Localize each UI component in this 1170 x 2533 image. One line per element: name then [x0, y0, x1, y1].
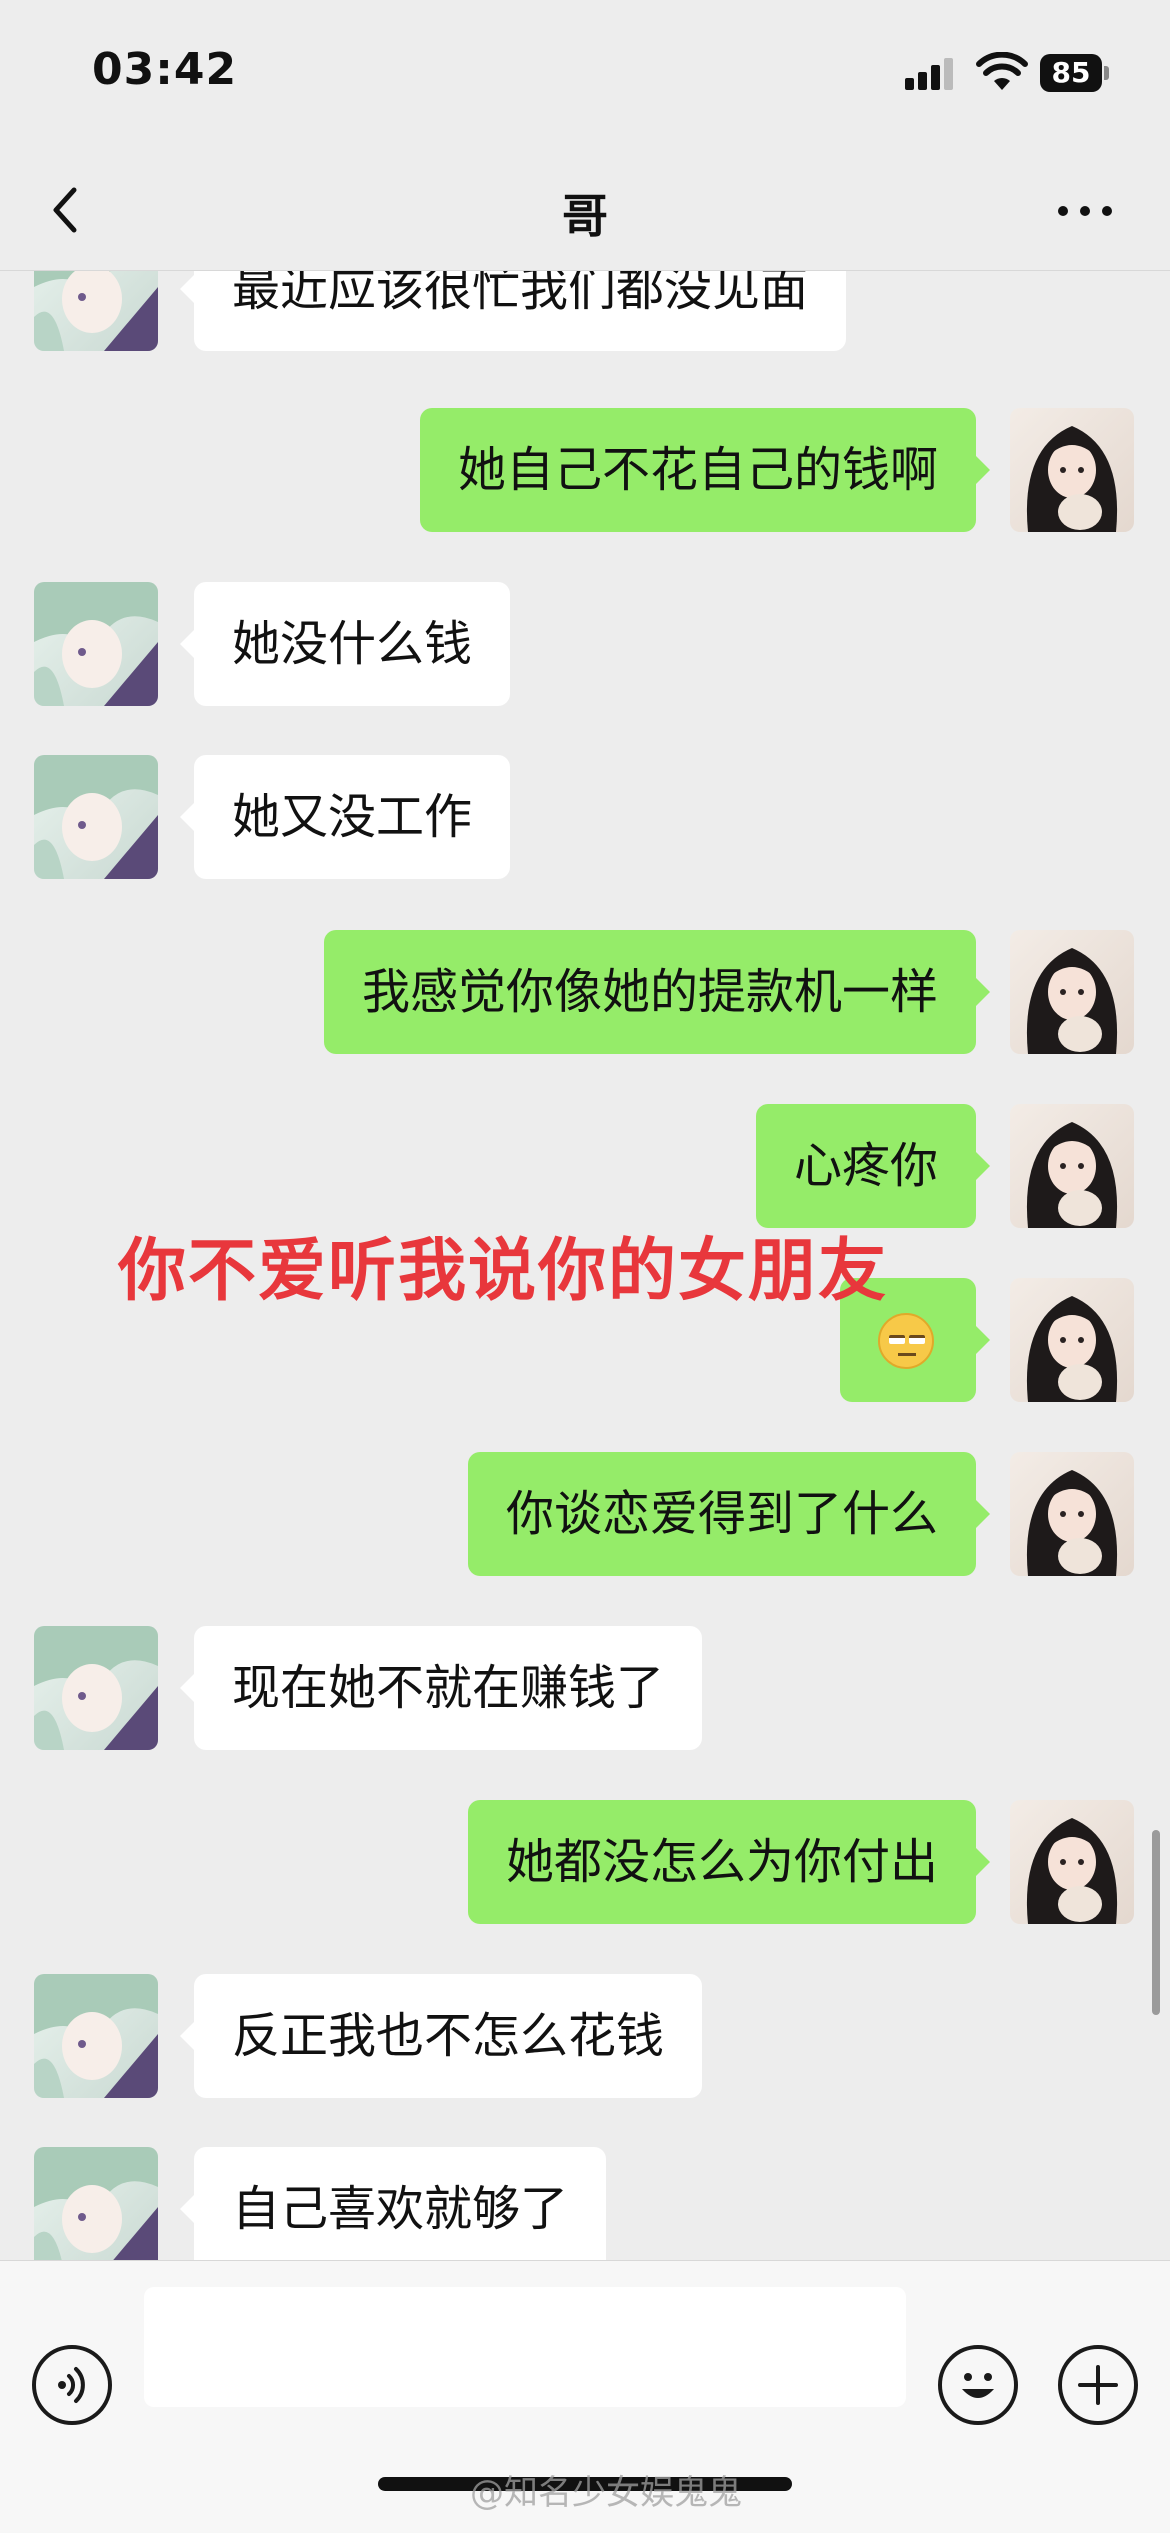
message-row: 反正我也不怎么花钱 — [0, 1974, 1170, 2098]
message-row: 我感觉你像她的提款机一样 — [0, 930, 1170, 1054]
message-row: 自己喜欢就够了 — [0, 2147, 1170, 2260]
received-message-bubble[interactable]: 她没什么钱 — [179, 582, 511, 706]
received-message-bubble[interactable]: 自己喜欢就够了 — [179, 2147, 607, 2260]
status-bar: 03:42 85 — [0, 0, 1170, 150]
voice-button[interactable] — [32, 2345, 112, 2425]
message-row: 她又没工作 — [0, 755, 1170, 879]
message-row: 她都没怎么为你付出 — [0, 1800, 1170, 1924]
message-row: 她没什么钱 — [0, 582, 1170, 706]
battery-icon: 85 — [1040, 54, 1109, 92]
received-message-bubble[interactable]: 现在她不就在赚钱了 — [179, 1626, 703, 1750]
signal-icon — [905, 58, 953, 90]
received-message-bubble[interactable]: 最近应该很忙我们都没见面 — [179, 271, 847, 351]
contact-avatar[interactable] — [34, 1626, 158, 1750]
my-avatar[interactable] — [1010, 930, 1134, 1054]
my-avatar[interactable] — [1010, 1800, 1134, 1924]
sent-message-bubble[interactable]: 心疼你 — [755, 1104, 991, 1228]
emoji-button[interactable] — [938, 2345, 1018, 2425]
voice-icon — [58, 2367, 85, 2403]
my-avatar[interactable] — [1010, 1278, 1134, 1402]
more-dots-icon[interactable] — [1050, 190, 1120, 230]
contact-avatar[interactable] — [34, 271, 158, 351]
my-avatar[interactable] — [1010, 408, 1134, 532]
message-row: 她自己不花自己的钱啊 — [0, 408, 1170, 532]
sent-message-bubble[interactable]: 她自己不花自己的钱啊 — [419, 408, 991, 532]
plus-button[interactable] — [1058, 2345, 1138, 2425]
message-row: 心疼你 — [0, 1104, 1170, 1228]
sent-message-bubble[interactable]: 我感觉你像她的提款机一样 — [323, 930, 991, 1054]
my-avatar[interactable] — [1010, 1452, 1134, 1576]
message-input[interactable] — [144, 2287, 906, 2407]
chat-title: 哥 — [562, 189, 608, 243]
contact-avatar[interactable] — [34, 582, 158, 706]
message-row: 最近应该很忙我们都没见面 — [0, 271, 1170, 351]
rolling-eyes-face-icon — [878, 1313, 934, 1369]
input-bar: @知名少女娱鬼鬼 — [0, 2260, 1170, 2533]
sent-message-bubble[interactable]: 你谈恋爱得到了什么 — [467, 1452, 991, 1576]
contact-avatar[interactable] — [34, 755, 158, 879]
received-message-bubble[interactable]: 反正我也不怎么花钱 — [179, 1974, 703, 2098]
contact-avatar[interactable] — [34, 1974, 158, 2098]
watermark: @知名少女娱鬼鬼 — [470, 2473, 742, 2513]
emoji-icon — [962, 2373, 994, 2398]
battery-level: 85 — [1040, 54, 1102, 92]
sent-message-bubble[interactable]: 她都没怎么为你付出 — [467, 1800, 991, 1924]
wifi-icon — [976, 52, 1028, 90]
message-row: 你谈恋爱得到了什么 — [0, 1452, 1170, 1576]
overlay-caption: 你不爱听我说你的女朋友 — [118, 1232, 889, 1311]
my-avatar[interactable] — [1010, 1104, 1134, 1228]
message-row: 现在她不就在赚钱了 — [0, 1626, 1170, 1750]
plus-icon — [1078, 2365, 1118, 2405]
chat-header: 哥 — [0, 150, 1170, 271]
received-message-bubble[interactable]: 她又没工作 — [179, 755, 511, 879]
contact-avatar[interactable] — [34, 2147, 158, 2260]
scrollbar[interactable] — [1152, 1830, 1160, 2015]
status-time: 03:42 — [92, 44, 238, 95]
